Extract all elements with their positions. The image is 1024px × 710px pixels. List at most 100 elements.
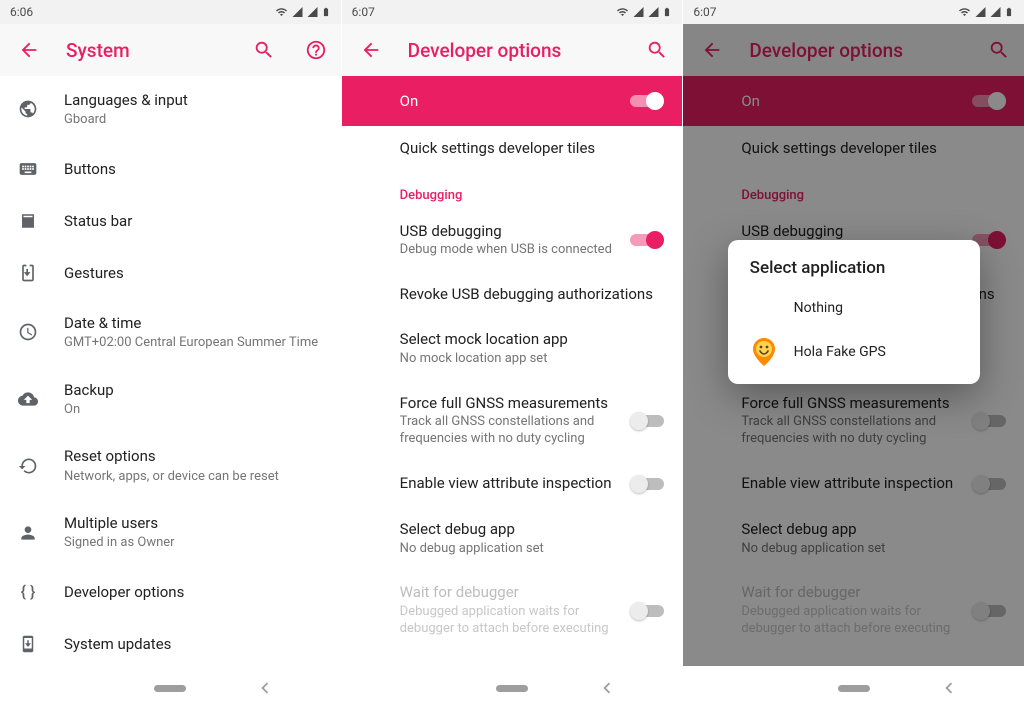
cloud-icon <box>16 387 40 411</box>
globe-icon <box>16 97 40 121</box>
search-icon <box>988 39 1010 61</box>
system-item-keyboard[interactable]: Buttons <box>0 143 341 195</box>
dialog-option-nothing[interactable]: Nothing <box>728 286 980 330</box>
setting-select-debug-app[interactable]: Select debug appNo debug application set <box>342 507 683 570</box>
setting-usb-debugging[interactable]: USB debuggingDebug mode when USB is conn… <box>342 209 683 272</box>
item-label: Reset options <box>64 446 325 466</box>
setting-select-debug-app: Select debug appNo debug application set <box>683 507 1024 570</box>
setting-revoke-usb-debugging-authorizations[interactable]: Revoke USB debugging authorizations <box>342 272 683 318</box>
toggle-switch[interactable] <box>630 601 664 621</box>
setting-label: Enable view attribute inspection <box>400 474 623 494</box>
status-bar: 6:07 <box>683 0 1024 24</box>
nav-back[interactable] <box>253 676 277 700</box>
setting-label: Enable view attribute inspection <box>741 474 964 494</box>
search-icon <box>253 39 275 61</box>
app-bar: System <box>0 24 341 76</box>
switch-on-icon <box>972 91 1006 111</box>
system-item-gestures[interactable]: Gestures <box>0 247 341 299</box>
setting-sub: Track all GNSS constellations and freque… <box>741 414 964 448</box>
toggle-switch[interactable] <box>630 411 664 431</box>
toggle-switch[interactable] <box>630 230 664 250</box>
item-label: System updates <box>64 634 325 654</box>
system-item-person[interactable]: Multiple usersSigned in as Owner <box>0 499 341 566</box>
toggle-switch[interactable] <box>630 474 664 494</box>
item-sub: Gboard <box>64 111 325 129</box>
item-label: Gestures <box>64 263 325 283</box>
dialog-option-label: Hola Fake GPS <box>794 344 886 360</box>
search-button[interactable] <box>249 35 279 65</box>
dialog-option-label: Nothing <box>794 300 843 316</box>
setting-force-full-gnss-measurements[interactable]: Force full GNSS measurementsTrack all GN… <box>342 381 683 461</box>
system-item-braces[interactable]: { }Developer options <box>0 566 341 618</box>
reset-icon <box>16 454 40 478</box>
item-sub: On <box>64 401 325 419</box>
status-time: 6:07 <box>693 5 716 19</box>
quick-settings-tiles[interactable]: Quick settings developer tiles <box>342 126 683 172</box>
item-sub: Signed in as Owner <box>64 534 325 552</box>
chevron-left-icon <box>254 677 276 699</box>
nav-home-pill[interactable] <box>838 685 870 692</box>
signal-icon <box>632 6 645 18</box>
system-list: Languages & inputGboardButtonsStatus bar… <box>0 76 341 666</box>
nav-back[interactable] <box>937 676 961 700</box>
setting-enable-view-attribute-inspection[interactable]: Enable view attribute inspection <box>342 461 683 507</box>
master-switch-label: On <box>741 92 972 110</box>
quick-settings-tiles: Quick settings developer tiles <box>683 126 1024 172</box>
battery-icon <box>321 5 331 19</box>
setting-sub: Debug mode when USB is connected <box>400 242 623 259</box>
wifi-icon <box>957 6 972 18</box>
nav-home-pill[interactable] <box>496 685 528 692</box>
status-time: 6:07 <box>352 5 375 19</box>
master-switch[interactable]: On <box>342 76 683 126</box>
status-icons <box>615 5 672 19</box>
setting-sub: Debugged application waits for debugger … <box>741 604 964 638</box>
nav-bar <box>683 666 1024 710</box>
wifi-icon <box>274 6 289 18</box>
system-item-update[interactable]: System updates <box>0 618 341 666</box>
system-item-reset[interactable]: Reset optionsNetwork, apps, or device ca… <box>0 432 341 499</box>
setting-sub: Track all GNSS constellations and freque… <box>400 414 623 448</box>
setting-label: USB debugging <box>400 222 623 242</box>
master-switch: On <box>683 76 1024 126</box>
battery-icon <box>662 5 672 19</box>
setting-sub: No debug application set <box>400 541 657 558</box>
page-title: Developer options <box>749 39 962 62</box>
setting-select-mock-location-app[interactable]: Select mock location appNo mock location… <box>342 317 683 380</box>
switch-on-icon <box>630 91 664 111</box>
phone-developer-options: 6:07 Developer options On Quick settings… <box>342 0 684 710</box>
section-debugging: Debugging <box>342 172 683 209</box>
keyboard-icon <box>16 157 40 181</box>
system-item-statusbar[interactable]: Status bar <box>0 195 341 247</box>
system-item-cloud[interactable]: BackupOn <box>0 366 341 433</box>
select-application-dialog: Select application NothingHola Fake GPS <box>728 240 980 384</box>
status-icons <box>957 5 1014 19</box>
setting-wait-for-debugger: Wait for debuggerDebugged application wa… <box>683 570 1024 650</box>
system-item-globe[interactable]: Languages & inputGboard <box>0 76 341 143</box>
nav-home-pill[interactable] <box>154 685 186 692</box>
gestures-icon <box>16 261 40 285</box>
nav-back[interactable] <box>595 676 619 700</box>
item-label: Languages & input <box>64 90 325 110</box>
system-item-clock[interactable]: Date & timeGMT+02:00 Central European Su… <box>0 299 341 366</box>
item-label: Date & time <box>64 313 325 333</box>
setting-label: Select debug app <box>741 520 998 540</box>
setting-label: Quick settings developer tiles <box>741 139 998 159</box>
signal-icon <box>974 6 987 18</box>
arrow-back-icon <box>360 39 382 61</box>
search-button[interactable] <box>984 35 1014 65</box>
battery-icon <box>1004 5 1014 19</box>
statusbar-icon <box>16 209 40 233</box>
search-icon <box>646 39 668 61</box>
search-button[interactable] <box>642 35 672 65</box>
signal-icon <box>291 6 304 18</box>
arrow-back-icon <box>701 39 723 61</box>
help-button[interactable] <box>301 35 331 65</box>
back-button[interactable] <box>697 35 727 65</box>
back-button[interactable] <box>14 35 44 65</box>
back-button[interactable] <box>356 35 386 65</box>
app-icon <box>750 338 778 366</box>
help-icon <box>305 39 327 61</box>
phone-select-application-dialog: 6:07 Developer options On Quick settings… <box>683 0 1024 710</box>
dialog-option-hola-fake-gps[interactable]: Hola Fake GPS <box>728 330 980 374</box>
setting-wait-for-debugger[interactable]: Wait for debuggerDebugged application wa… <box>342 570 683 650</box>
